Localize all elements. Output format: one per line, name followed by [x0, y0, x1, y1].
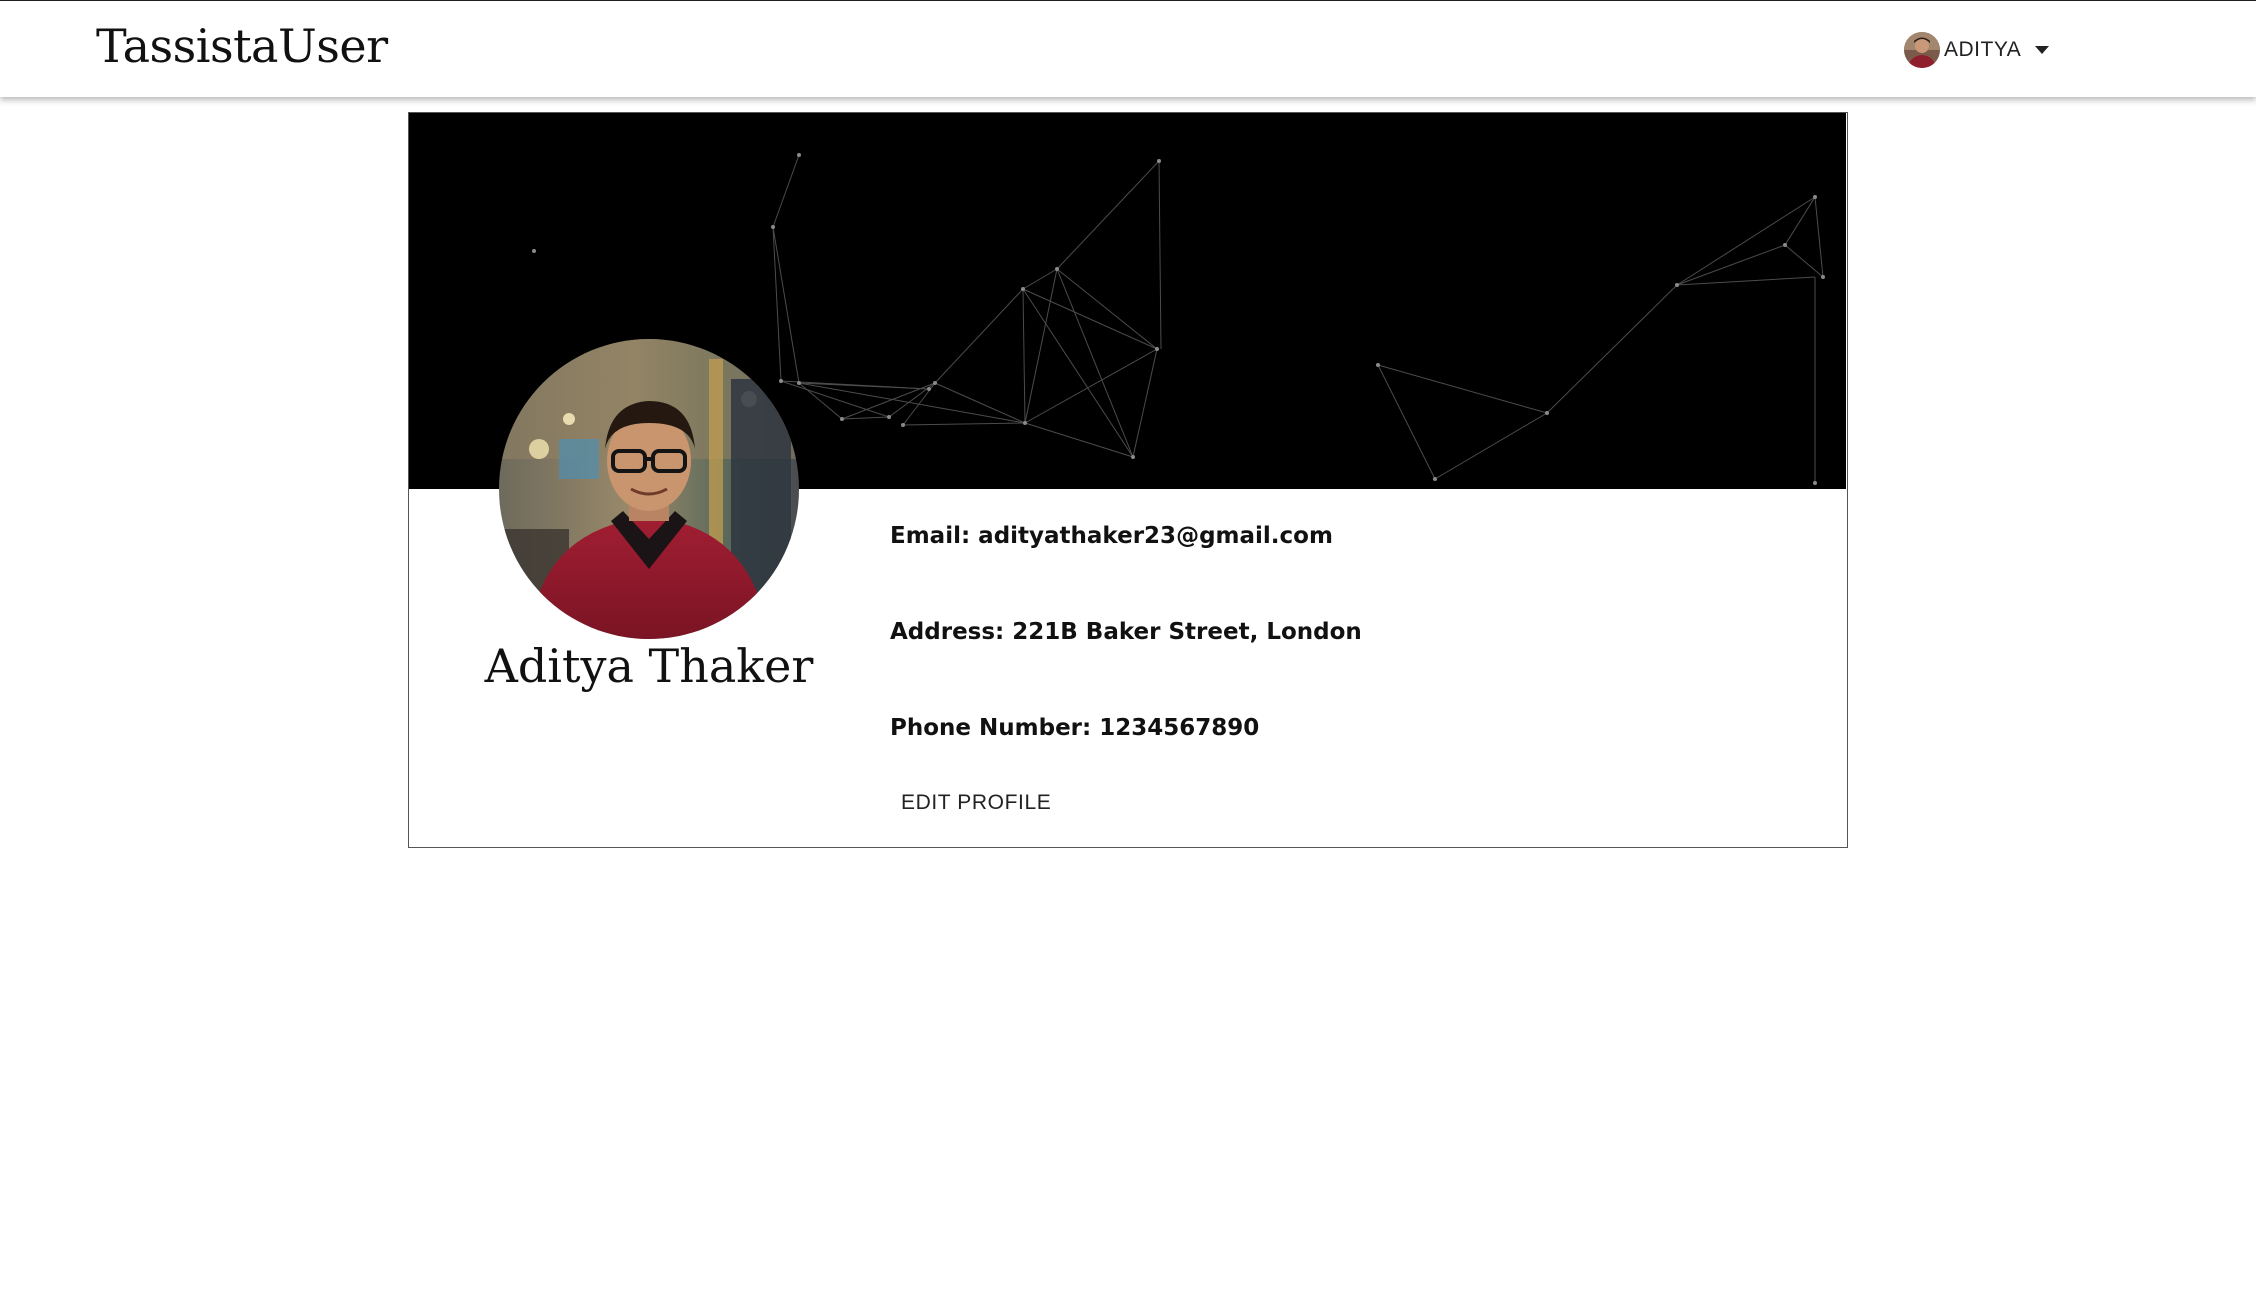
- profile-email: Email: adityathaker23@gmail.com: [890, 523, 1333, 549]
- edit-profile-button[interactable]: EDIT PROFILE: [893, 783, 1059, 823]
- profile-card: Aditya Thaker Email: adityathaker23@gmai…: [408, 112, 1848, 848]
- user-avatar-image: [1904, 32, 1940, 68]
- profile-phone: Phone Number: 1234567890: [890, 715, 1260, 741]
- user-avatar: [1904, 32, 1940, 68]
- top-navbar: TassistaUser ADITYA: [0, 1, 2256, 97]
- profile-full-name: Aditya Thaker: [484, 639, 814, 693]
- user-name-label: ADITYA: [1944, 38, 2022, 61]
- user-menu-dropdown[interactable]: ADITYA: [1904, 31, 2050, 69]
- caret-down-icon: [2035, 46, 2050, 54]
- profile-photo-image: [499, 339, 799, 639]
- profile-photo: [499, 339, 799, 639]
- brand-logo[interactable]: TassistaUser: [96, 19, 388, 73]
- profile-address: Address: 221B Baker Street, London: [890, 619, 1362, 645]
